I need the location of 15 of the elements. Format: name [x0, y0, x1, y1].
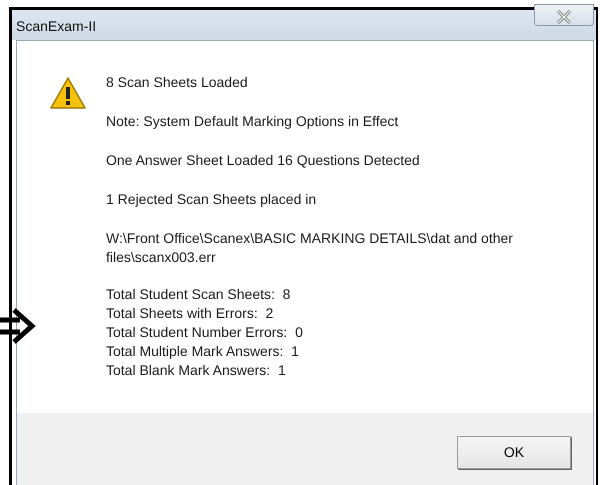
message-text: Note: System Default Marking Options in Effect [106, 112, 400, 131]
summary-line: Total Blank Mark Answers: 1 [106, 361, 287, 380]
summary-line: Total Student Scan Sheets: 8 [106, 285, 292, 304]
summary-line: Total Sheets with Errors: 2 [106, 304, 274, 323]
close-button[interactable] [534, 4, 594, 26]
message-text: One Answer Sheet Loaded 16 Questions Detected [106, 151, 421, 170]
warning-icon [50, 77, 86, 110]
summary-line: Total Multiple Mark Answers: 1 [106, 342, 300, 361]
close-icon [554, 10, 574, 24]
summary-line: Total Student Number Errors: 0 [106, 323, 304, 342]
message-text: 8 Scan Sheets Loaded [106, 73, 249, 92]
ok-button[interactable]: OK [457, 436, 571, 468]
message-text: 1 Rejected Scan Sheets placed in [106, 190, 318, 209]
message-text: W:\Front Office\Scanex\BASIC MARKING DETAILS\dat and other files\scanx003.err [106, 229, 514, 267]
window-title: ScanExam-II [16, 18, 96, 34]
